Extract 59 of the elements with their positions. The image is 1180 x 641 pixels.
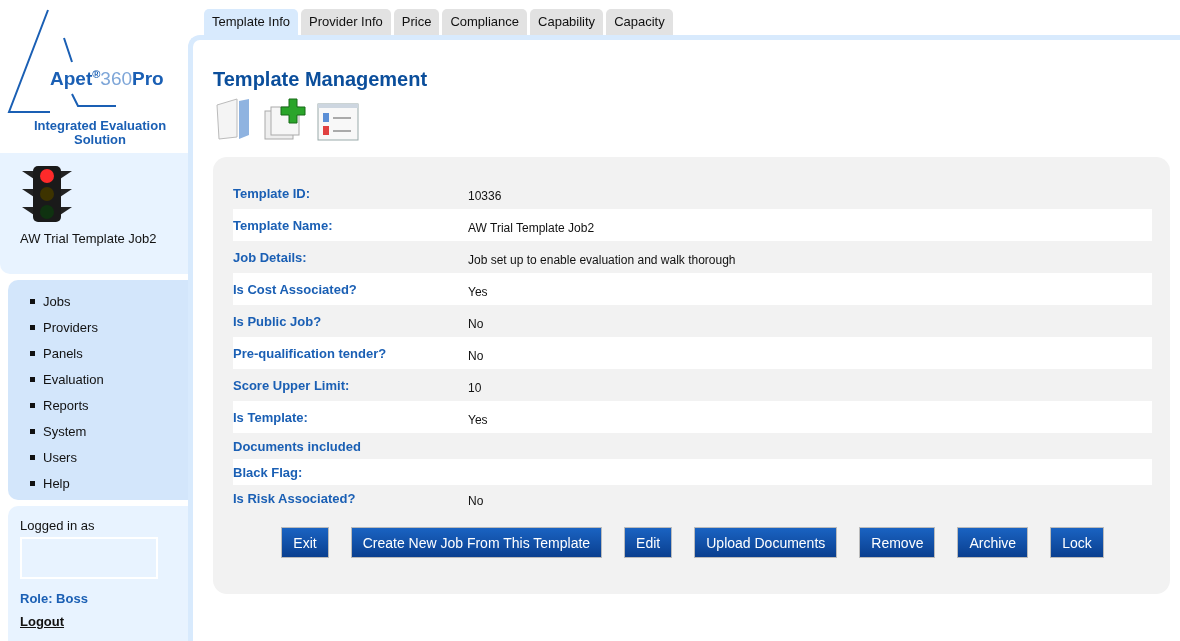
tab[interactable]: Provider Info	[301, 9, 391, 35]
role-label: Role: Boss	[20, 591, 89, 606]
add-document-icon[interactable]	[263, 97, 307, 141]
field-label: Black Flag:	[233, 464, 304, 480]
action-button[interactable]: Archive	[957, 527, 1029, 558]
field-value: Job set up to enable evaluation and walk thorough	[468, 252, 736, 267]
bullet-icon	[30, 428, 35, 434]
checklist-icon[interactable]	[317, 103, 359, 141]
traffic-light-icon	[20, 164, 74, 223]
bullet-icon	[30, 376, 35, 382]
tab[interactable]: Capacity	[606, 9, 673, 35]
field-label: Pre-qualification tender?	[233, 345, 388, 361]
nav-link[interactable]: Reports	[43, 397, 89, 413]
field-value: No	[468, 348, 484, 363]
action-button[interactable]: Exit	[281, 527, 329, 558]
bullet-icon	[30, 324, 35, 330]
field-label: Job Details:	[233, 249, 308, 265]
nav-link[interactable]: Evaluation	[43, 371, 104, 387]
field-value: 10336	[468, 188, 502, 203]
field-label: Is Risk Associated?	[233, 490, 357, 506]
tab[interactable]: Price	[393, 9, 440, 35]
field-label: Template Name:	[233, 217, 334, 233]
tab[interactable]: Capability	[530, 9, 604, 35]
bullet-icon	[30, 480, 35, 486]
bullet-icon	[30, 350, 35, 356]
field-label: Is Public Job?	[233, 313, 323, 329]
action-button[interactable]: Edit	[624, 527, 673, 558]
logout-link[interactable]: Logout	[20, 614, 176, 629]
nav-link[interactable]: Providers	[43, 319, 98, 335]
action-button[interactable]: Lock	[1050, 527, 1104, 558]
field-value: AW Trial Template Job2	[468, 220, 595, 235]
field-label: Template ID:	[233, 185, 312, 201]
field-label: Score Upper Limit:	[233, 377, 351, 393]
action-button[interactable]: Remove	[859, 527, 936, 558]
field-label: Is Cost Associated?	[233, 281, 358, 297]
field-value: Yes	[468, 412, 488, 427]
logged-in-label: Logged in as	[20, 518, 96, 533]
logo-tagline: Integrated Evaluation Solution	[32, 119, 168, 147]
action-button[interactable]: Create New Job From This Template	[350, 527, 603, 558]
tab[interactable]: Compliance	[442, 9, 528, 35]
field-value: Yes	[468, 284, 488, 299]
bullet-icon	[30, 454, 35, 460]
logo-wordmark: Apet$^{®}$360Pro	[50, 68, 164, 91]
nav-link[interactable]: Jobs	[43, 293, 71, 309]
nav-link[interactable]: System	[43, 423, 87, 439]
field-value: 10	[468, 380, 482, 395]
tab[interactable]: Template Info	[204, 9, 299, 35]
field-value: No	[468, 316, 484, 331]
job-title: AW Trial Template Job2	[20, 229, 158, 248]
bullet-icon	[30, 402, 35, 408]
nav-link[interactable]: Panels	[43, 345, 83, 361]
nav-link[interactable]: Users	[43, 449, 77, 465]
field-label: Is Template:	[233, 409, 309, 425]
field-label: Documents included	[233, 438, 362, 454]
action-button[interactable]: Upload Documents	[694, 527, 838, 558]
page-title: Template Management	[213, 68, 429, 91]
field-value: No	[468, 493, 484, 508]
nav-link[interactable]: Help	[43, 475, 70, 491]
bullet-icon	[30, 298, 35, 304]
